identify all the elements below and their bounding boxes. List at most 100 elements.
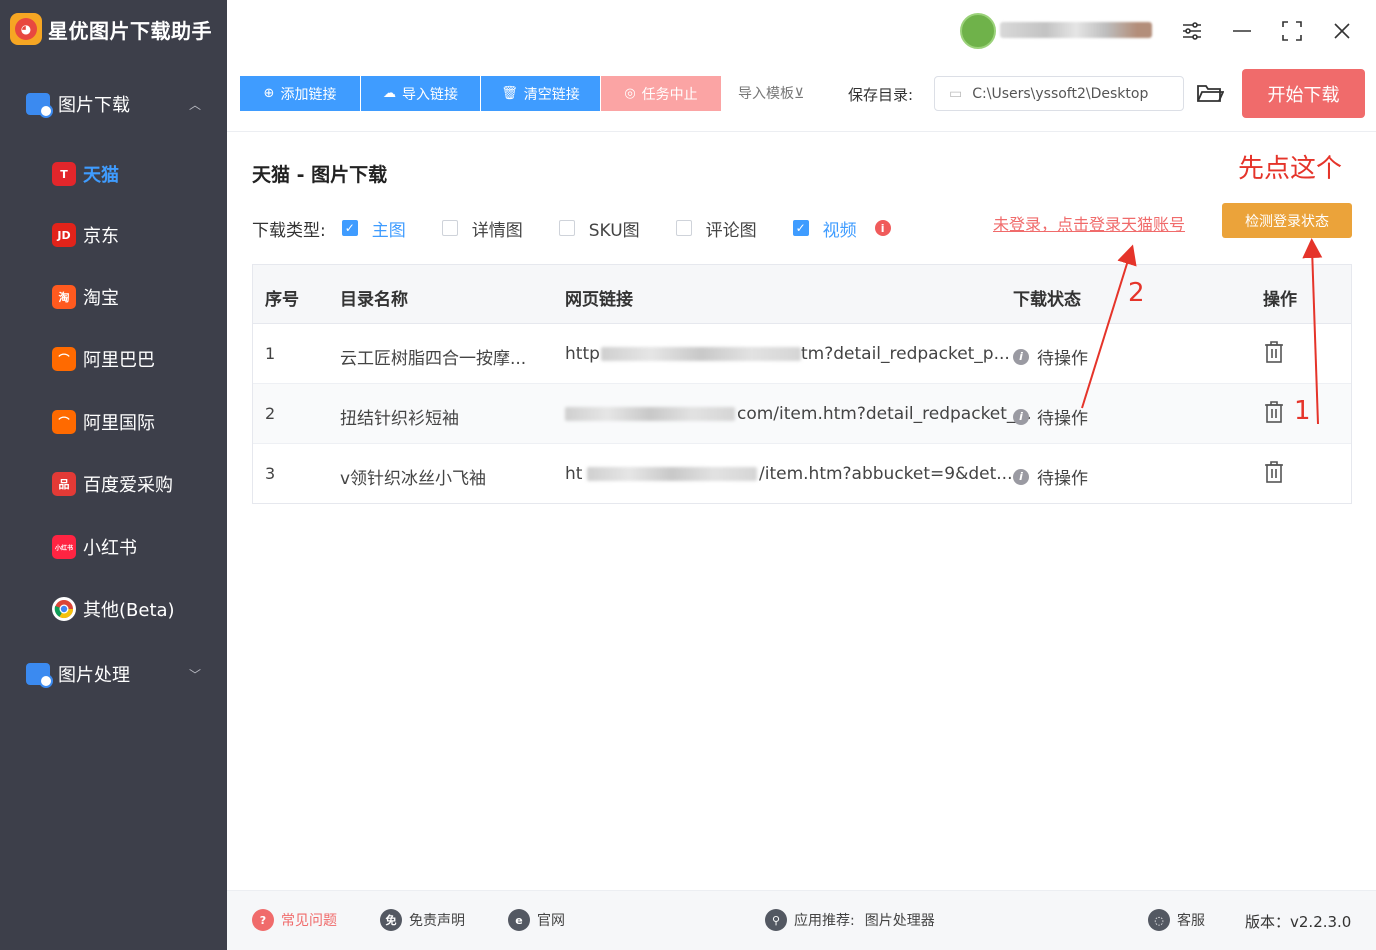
sidebar-item-label: 阿里国际 bbox=[83, 413, 155, 434]
cloud-upload-icon: ☁ bbox=[383, 86, 396, 101]
row-status: i 待操作 bbox=[1013, 464, 1088, 489]
login-tmall-link[interactable]: 未登录，点击登录天猫账号 bbox=[993, 211, 1185, 235]
minimize-icon[interactable] bbox=[1227, 16, 1257, 46]
start-download-button[interactable]: 开始下载 bbox=[1242, 69, 1365, 118]
service-label: 客服 bbox=[1177, 913, 1205, 929]
faq-link[interactable]: ? 常见问题 bbox=[252, 909, 337, 931]
taobao-icon: 淘 bbox=[52, 285, 76, 309]
disclaimer-link[interactable]: 免免责声明 bbox=[380, 909, 465, 931]
col-header-action: 操作 bbox=[1263, 290, 1297, 310]
annotation-number-1: 1 bbox=[1294, 396, 1311, 426]
row-url-prefix: http bbox=[565, 344, 600, 364]
sidebar-group-image-process[interactable]: 图片处理 ﹀ bbox=[0, 654, 227, 694]
sidebar-item-other[interactable]: 其他(Beta) bbox=[0, 589, 227, 629]
checkbox-video[interactable]: ✓ 视频 bbox=[792, 216, 857, 241]
checkbox-box bbox=[441, 220, 458, 236]
link-icon: ⚲ bbox=[765, 909, 787, 931]
sidebar-item-label: 阿里巴巴 bbox=[83, 350, 155, 371]
image-process-icon bbox=[26, 663, 53, 688]
save-dir-value: C:\Users\yssoft2\Desktop bbox=[972, 85, 1149, 102]
url-blurred bbox=[565, 407, 735, 421]
table-row[interactable]: 1 云工匠树脂四合一按摩... http tm?detail_redpacket… bbox=[253, 324, 1351, 384]
table-row[interactable]: 3 v领针织冰丝小飞袖 ht /item.htm?abbucket=9&det.… bbox=[253, 444, 1351, 504]
recommend-label: 应用推荐: bbox=[794, 913, 855, 929]
sidebar-item-baidu[interactable]: 品 百度爱采购 bbox=[0, 464, 227, 504]
app-title: ◕ 星优图片下载助手 bbox=[10, 12, 212, 46]
trash-icon[interactable] bbox=[1263, 460, 1285, 489]
chrome-icon bbox=[52, 597, 76, 621]
table-row[interactable]: 2 扭结针织衫短袖 com/item.htm?detail_redpacket_… bbox=[253, 384, 1351, 444]
trash-icon[interactable] bbox=[1263, 400, 1285, 429]
stop-task-label: 任务中止 bbox=[641, 86, 698, 103]
row-index: 1 bbox=[265, 344, 276, 363]
sidebar-item-alibaba-intl[interactable]: ⌒ 阿里国际 bbox=[0, 402, 227, 442]
sidebar-item-taobao[interactable]: 淘 淘宝 bbox=[0, 277, 227, 317]
checkbox-main-image[interactable]: ✓ 主图 bbox=[341, 216, 406, 241]
col-header-index: 序号 bbox=[265, 290, 299, 310]
checkbox-detail-image[interactable]: 详情图 bbox=[441, 216, 523, 241]
row-name: v领针织冰丝小飞袖 bbox=[340, 469, 487, 489]
checkbox-comment-image[interactable]: 评论图 bbox=[675, 216, 757, 241]
sidebar-item-label: 百度爱采购 bbox=[83, 475, 173, 496]
row-status: i 待操作 bbox=[1013, 344, 1088, 369]
chevron-up-icon: ︿ bbox=[188, 97, 201, 112]
annotation-number-2: 2 bbox=[1128, 278, 1145, 308]
clear-link-label: 清空链接 bbox=[523, 86, 580, 103]
checkbox-sku-image[interactable]: SKU图 bbox=[558, 216, 640, 241]
recommend-app[interactable]: ⚲ 应用推荐: 图片处理器 bbox=[765, 909, 935, 931]
checkbox-box: ✓ bbox=[792, 220, 809, 236]
sidebar-item-tmall[interactable]: T 天猫 bbox=[0, 154, 227, 194]
sidebar-group-label: 图片下载 bbox=[58, 95, 130, 116]
app-logo-icon: ◕ bbox=[10, 13, 42, 45]
info-icon[interactable]: i bbox=[874, 220, 891, 236]
sidebar-item-xiaohongshu[interactable]: 小红书 小红书 bbox=[0, 527, 227, 567]
status-text: 待操作 bbox=[1037, 409, 1088, 429]
status-text: 待操作 bbox=[1037, 469, 1088, 489]
sidebar-group-image-download[interactable]: 图片下载 ︿ bbox=[0, 84, 227, 124]
customer-service-link[interactable]: ◌ 客服 bbox=[1148, 909, 1205, 931]
alibaba-intl-icon: ⌒ bbox=[52, 410, 76, 434]
settings-sliders-icon[interactable] bbox=[1177, 16, 1207, 46]
status-info-icon: i bbox=[1013, 468, 1029, 485]
stop-circle-icon: ◎ bbox=[624, 86, 636, 101]
checkbox-box: ✓ bbox=[341, 220, 358, 236]
recommend-app-name: 图片处理器 bbox=[864, 913, 935, 929]
trash-icon[interactable] bbox=[1263, 340, 1285, 369]
sidebar-item-jd[interactable]: JD 京东 bbox=[0, 215, 227, 255]
maximize-icon[interactable] bbox=[1277, 16, 1307, 46]
clear-link-button[interactable]: 🗑 清空链接 bbox=[481, 76, 600, 111]
stop-task-button[interactable]: ◎ 任务中止 bbox=[601, 76, 721, 111]
import-link-button[interactable]: ☁ 导入链接 bbox=[361, 76, 480, 111]
close-icon[interactable] bbox=[1327, 16, 1357, 46]
sidebar-item-label: 淘宝 bbox=[83, 288, 119, 309]
col-header-name: 目录名称 bbox=[340, 290, 408, 310]
folder-open-icon[interactable] bbox=[1194, 78, 1226, 108]
folder-small-icon: ▭ bbox=[949, 85, 963, 102]
sidebar-group-label: 图片处理 bbox=[58, 665, 130, 686]
user-avatar[interactable] bbox=[960, 13, 996, 49]
status-text: 待操作 bbox=[1037, 349, 1088, 369]
check-login-status-button[interactable]: 检测登录状态 bbox=[1222, 203, 1352, 238]
footer: ? 常见问题 免免责声明 e 官网 ⚲ 应用推荐: 图片处理器 ◌ 客服 版本：v2.2.… bbox=[227, 890, 1376, 950]
website-link[interactable]: e 官网 bbox=[508, 909, 565, 931]
sidebar-item-alibaba[interactable]: ⌒ 阿里巴巴 bbox=[0, 339, 227, 379]
row-index: 2 bbox=[265, 404, 276, 423]
import-link-label: 导入链接 bbox=[402, 86, 458, 103]
save-dir-input[interactable]: ▭ C:\Users\yssoft2\Desktop bbox=[934, 76, 1184, 111]
sidebar: ◕ 星优图片下载助手 图片下载 ︿ T 天猫 JD 京东 淘 淘宝 ⌒ 阿里巴巴… bbox=[0, 0, 227, 950]
chat-icon: ◌ bbox=[1148, 909, 1170, 931]
add-link-label: 添加链接 bbox=[280, 86, 337, 103]
checkbox-label: 视频 bbox=[822, 220, 857, 241]
row-status: i 待操作 bbox=[1013, 404, 1088, 429]
row-url: /item.htm?abbucket=9&det... bbox=[759, 464, 1013, 484]
xiaohongshu-icon: 小红书 bbox=[52, 535, 76, 559]
checkbox-label: 主图 bbox=[371, 220, 406, 241]
plus-circle-icon: ⊕ bbox=[263, 86, 275, 101]
row-url-prefix: ht bbox=[565, 464, 583, 484]
download-type-label: 下载类型: bbox=[252, 220, 326, 241]
annotation-hint-first: 先点这个 bbox=[1238, 154, 1343, 184]
baidu-icon: 品 bbox=[52, 472, 76, 496]
row-index: 3 bbox=[265, 464, 276, 483]
import-template-link[interactable]: 导入模板⊻ bbox=[738, 83, 804, 103]
add-link-button[interactable]: ⊕ 添加链接 bbox=[240, 76, 360, 111]
